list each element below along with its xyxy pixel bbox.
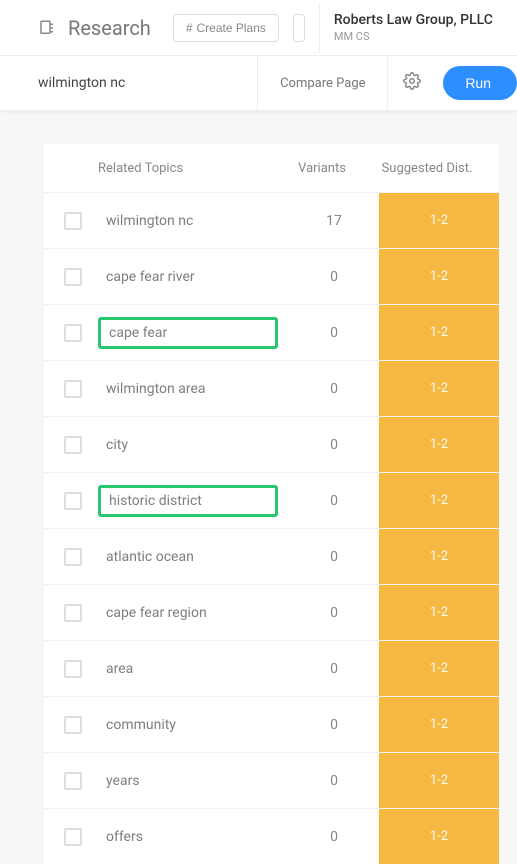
create-plans-label: Create Plans xyxy=(197,21,266,35)
suggested-dist-cell[interactable]: 1-2 xyxy=(379,193,499,248)
org-block[interactable]: Roberts Law Group, PLLC MM CS xyxy=(334,12,493,43)
gear-icon xyxy=(403,72,421,94)
divider xyxy=(319,3,320,53)
topic-text: area xyxy=(98,656,141,682)
compare-page-label: Compare Page xyxy=(280,76,365,91)
org-name: Roberts Law Group, PLLC xyxy=(334,12,493,28)
suggested-dist-cell[interactable]: 1-2 xyxy=(379,529,499,584)
topic-text: offers xyxy=(98,824,151,850)
content-area: Related Topics Variants Suggested Dist. … xyxy=(0,110,517,864)
suggested-dist-cell[interactable]: 1-2 xyxy=(379,473,499,528)
topic-cell[interactable]: community xyxy=(98,712,289,738)
suggested-dist-cell[interactable]: 1-2 xyxy=(379,641,499,696)
run-button[interactable]: Run xyxy=(443,66,517,100)
topic-cell[interactable]: atlantic ocean xyxy=(98,544,289,570)
chip-button[interactable] xyxy=(293,14,305,42)
suggested-dist-cell[interactable]: 1-2 xyxy=(379,249,499,304)
suggested-dist-cell[interactable]: 1-2 xyxy=(379,753,499,808)
topic-text: wilmington nc xyxy=(98,208,201,234)
org-sub: MM CS xyxy=(334,30,493,43)
topic-text: years xyxy=(98,768,148,794)
variants-cell: 0 xyxy=(289,269,379,285)
row-checkbox[interactable] xyxy=(64,212,82,230)
search-value: wilmington nc xyxy=(38,75,125,91)
settings-button[interactable] xyxy=(387,56,435,110)
row-checkbox[interactable] xyxy=(64,492,82,510)
table-row: cape fear region 01-2 xyxy=(44,584,499,640)
topic-cell[interactable]: offers xyxy=(98,824,289,850)
sub-header: wilmington nc Compare Page Run xyxy=(0,56,517,110)
table-header: Related Topics Variants Suggested Dist. xyxy=(44,144,499,192)
topic-text: cape fear river xyxy=(98,264,203,290)
table-row: city 01-2 xyxy=(44,416,499,472)
suggested-dist-cell[interactable]: 1-2 xyxy=(379,697,499,752)
topic-cell[interactable]: historic district xyxy=(98,485,289,517)
hash-icon: # xyxy=(186,21,193,35)
topic-text: wilmington area xyxy=(98,376,214,402)
table-row: cape fear 01-2 xyxy=(44,304,499,360)
run-cell: Run xyxy=(435,56,517,110)
topic-cell[interactable]: cape fear region xyxy=(98,600,289,626)
variants-cell: 0 xyxy=(289,493,379,509)
topic-cell[interactable]: cape fear river xyxy=(98,264,289,290)
table-row: area 01-2 xyxy=(44,640,499,696)
variants-cell: 0 xyxy=(289,549,379,565)
table-row: years 01-2 xyxy=(44,752,499,808)
page-title: Research xyxy=(68,16,151,40)
compare-page-button[interactable]: Compare Page xyxy=(257,56,387,110)
topic-text: cape fear xyxy=(98,317,278,349)
variants-cell: 0 xyxy=(289,381,379,397)
topic-text: historic district xyxy=(98,485,278,517)
table-row: historic district 01-2 xyxy=(44,472,499,528)
col-variants[interactable]: Variants xyxy=(277,161,367,176)
table-row: wilmington nc 171-2 xyxy=(44,192,499,248)
topic-cell[interactable]: area xyxy=(98,656,289,682)
research-icon xyxy=(38,19,56,37)
create-plans-button[interactable]: # Create Plans xyxy=(173,14,279,42)
variants-cell: 17 xyxy=(289,213,379,229)
suggested-dist-cell[interactable]: 1-2 xyxy=(379,417,499,472)
table-row: wilmington area 01-2 xyxy=(44,360,499,416)
row-checkbox[interactable] xyxy=(64,660,82,678)
row-checkbox[interactable] xyxy=(64,828,82,846)
topic-cell[interactable]: city xyxy=(98,432,289,458)
topic-cell[interactable]: cape fear xyxy=(98,317,289,349)
col-suggested-dist[interactable]: Suggested Dist. xyxy=(367,161,487,176)
suggested-dist-cell[interactable]: 1-2 xyxy=(379,809,499,864)
table-row: offers 01-2 xyxy=(44,808,499,864)
topic-text: community xyxy=(98,712,184,738)
suggested-dist-cell[interactable]: 1-2 xyxy=(379,305,499,360)
variants-cell: 0 xyxy=(289,661,379,677)
suggested-dist-cell[interactable]: 1-2 xyxy=(379,361,499,416)
variants-cell: 0 xyxy=(289,829,379,845)
row-checkbox[interactable] xyxy=(64,324,82,342)
row-checkbox[interactable] xyxy=(64,716,82,734)
variants-cell: 0 xyxy=(289,437,379,453)
table-row: community 01-2 xyxy=(44,696,499,752)
topic-text: cape fear region xyxy=(98,600,215,626)
topic-cell[interactable]: years xyxy=(98,768,289,794)
col-related-topics[interactable]: Related Topics xyxy=(98,161,277,176)
variants-cell: 0 xyxy=(289,717,379,733)
row-checkbox[interactable] xyxy=(64,268,82,286)
topic-cell[interactable]: wilmington area xyxy=(98,376,289,402)
topic-text: atlantic ocean xyxy=(98,544,202,570)
variants-cell: 0 xyxy=(289,773,379,789)
variants-cell: 0 xyxy=(289,605,379,621)
top-header: Research # Create Plans Roberts Law Grou… xyxy=(0,0,517,56)
table-row: cape fear river 01-2 xyxy=(44,248,499,304)
row-checkbox[interactable] xyxy=(64,772,82,790)
row-checkbox[interactable] xyxy=(64,436,82,454)
search-input[interactable]: wilmington nc xyxy=(0,56,257,110)
topic-cell[interactable]: wilmington nc xyxy=(98,208,289,234)
table-row: atlantic ocean 01-2 xyxy=(44,528,499,584)
topic-text: city xyxy=(98,432,136,458)
suggested-dist-cell[interactable]: 1-2 xyxy=(379,585,499,640)
topics-table: Related Topics Variants Suggested Dist. … xyxy=(44,144,499,864)
row-checkbox[interactable] xyxy=(64,604,82,622)
row-checkbox[interactable] xyxy=(64,380,82,398)
row-checkbox[interactable] xyxy=(64,548,82,566)
variants-cell: 0 xyxy=(289,325,379,341)
